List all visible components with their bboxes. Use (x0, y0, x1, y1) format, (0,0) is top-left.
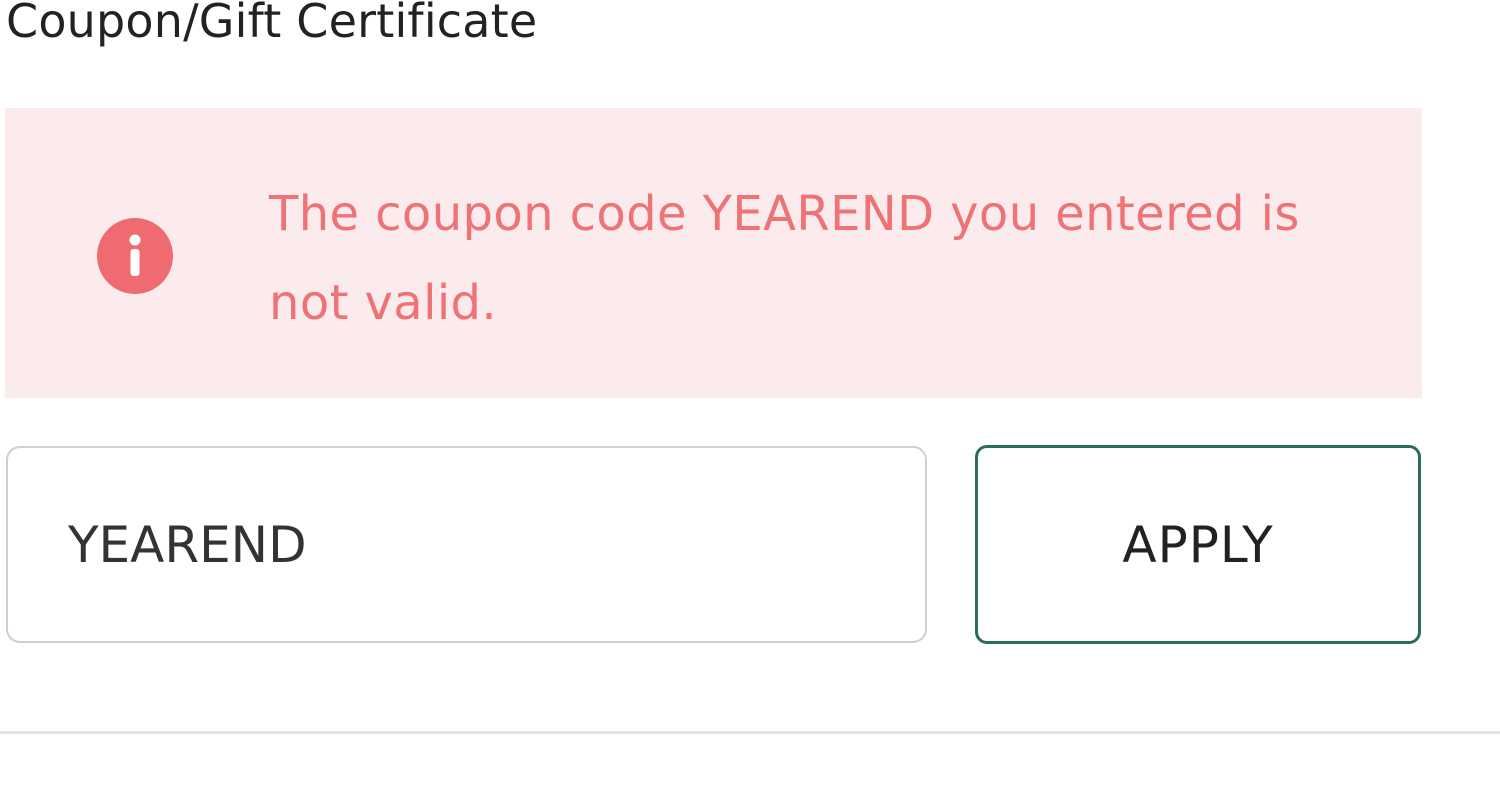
coupon-section: Coupon/Gift Certificate The coupon code … (0, 0, 1500, 788)
section-title: Coupon/Gift Certificate (6, 0, 538, 48)
error-alert: The coupon code YEAREND you entered is n… (5, 108, 1422, 398)
alert-message: The coupon code YEAREND you entered is n… (269, 186, 1300, 331)
coupon-code-input[interactable] (6, 446, 927, 643)
info-icon (97, 218, 173, 294)
divider (0, 731, 1500, 734)
apply-button[interactable]: APPLY (975, 445, 1421, 644)
